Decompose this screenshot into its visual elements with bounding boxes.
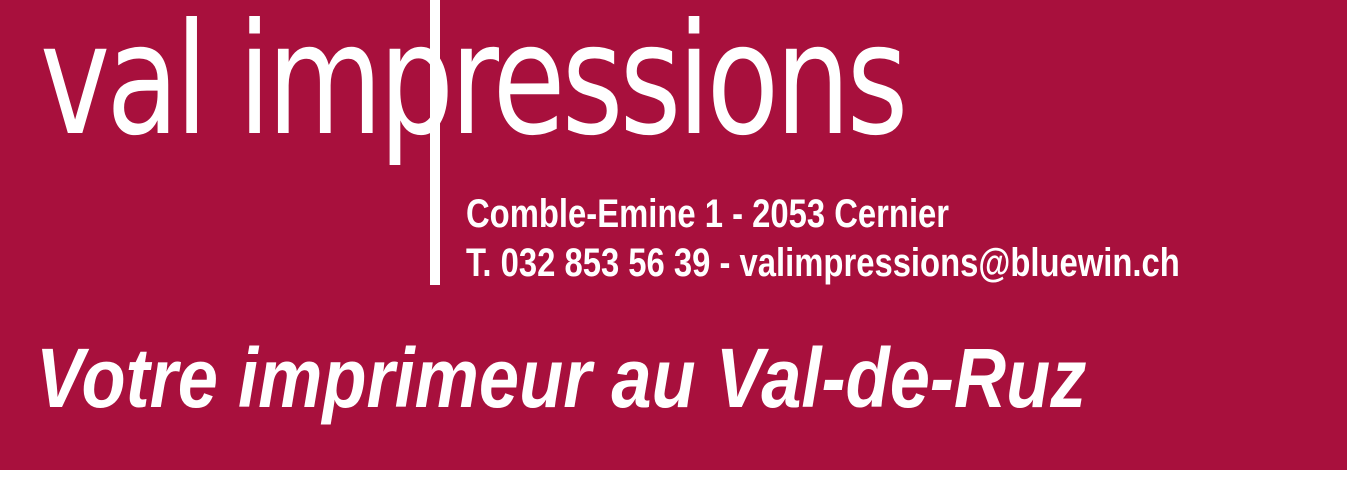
phone-email-text: T. 032 853 56 39 - valimpressions@bluewi… — [466, 241, 1180, 285]
address-text: Comble-Emine 1 - 2053 Cernier — [466, 192, 950, 236]
tagline: Votre imprimeur au Val-de-Ruz — [36, 331, 1087, 425]
ad-banner: val impressions Comble-Emine 1 - 2053 Ce… — [0, 0, 1347, 470]
brand-name: val impressions — [40, 0, 908, 170]
